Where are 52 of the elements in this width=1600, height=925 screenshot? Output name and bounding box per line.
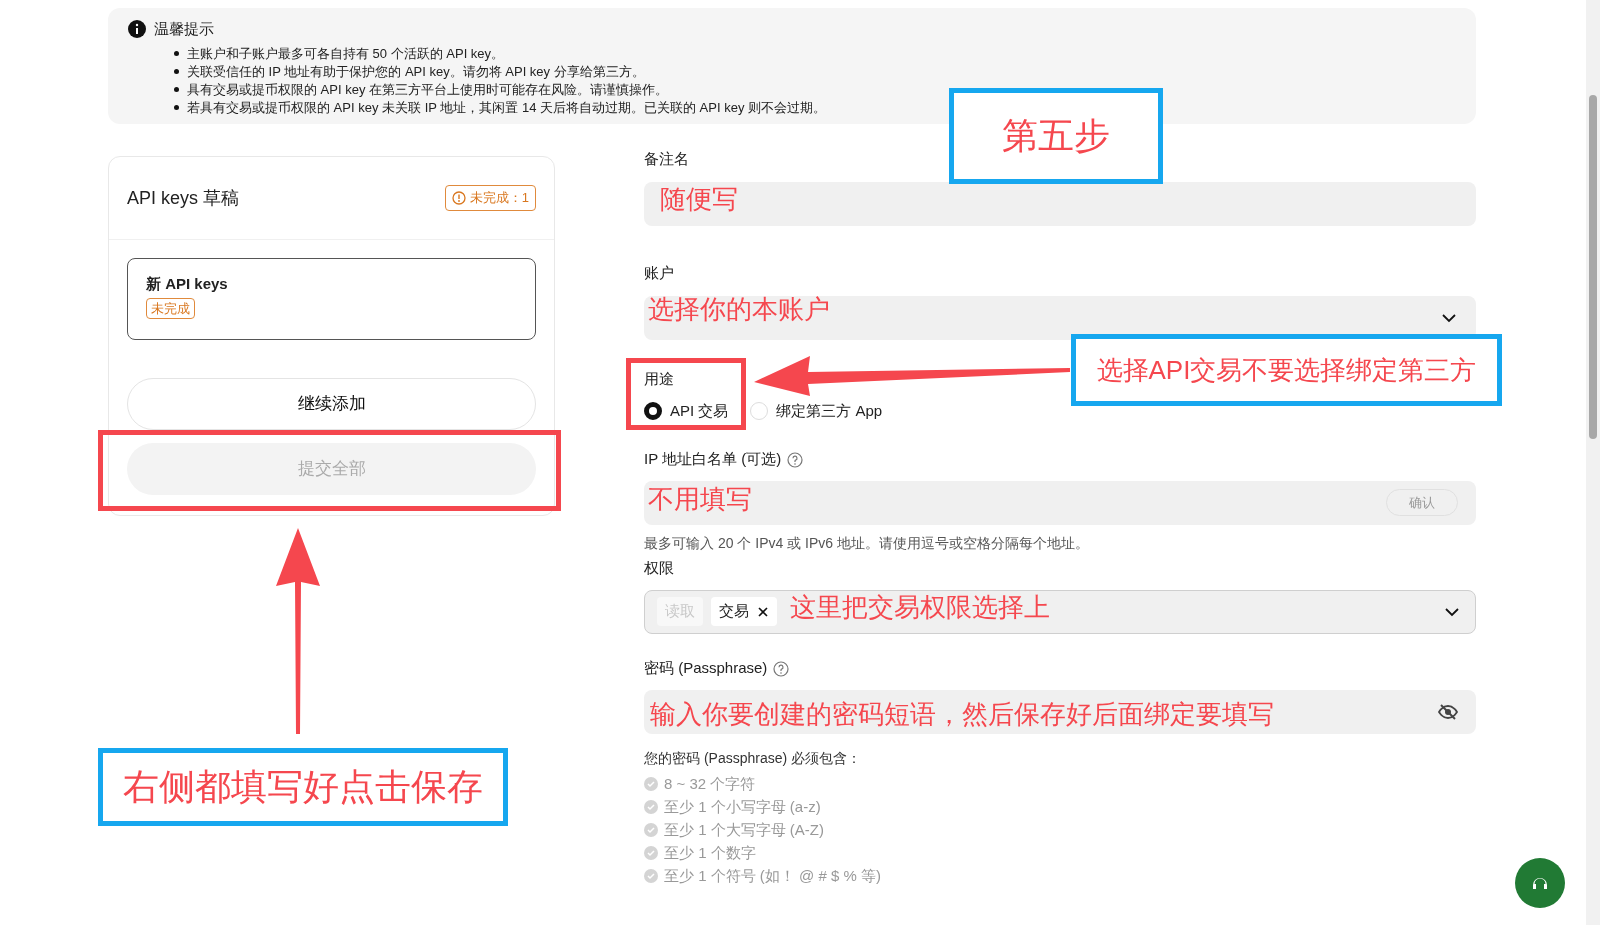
help-icon — [773, 660, 790, 677]
support-button[interactable] — [1515, 858, 1565, 908]
annotation-text: 选择你的本账户 — [648, 296, 830, 322]
eye-slash-icon[interactable] — [1438, 701, 1458, 722]
requirement-item: 至少 1 个小写字母 (a-z) — [664, 796, 821, 817]
annotation-text: 这里把交易权限选择上 — [790, 594, 1050, 620]
bullet-icon — [174, 105, 179, 110]
radio-option[interactable]: 绑定第三方 App — [750, 400, 883, 423]
notice-item: 关联受信任的 IP 地址有助于保护您的 API key。请勿将 API key 分享给第三方。 — [187, 62, 645, 81]
field-label: 账户 — [644, 262, 674, 283]
field-label: 备注名 — [644, 148, 689, 169]
status-tag: 未完成 — [146, 297, 195, 319]
requirements-title: 您的密码 (Passphrase) 必须包含： — [644, 748, 863, 768]
hint-text: 最多可输入 20 个 IPv4 或 IPv6 地址。请使用逗号或空格分隔每个地址。 — [644, 533, 1090, 553]
remark-field[interactable] — [644, 182, 1476, 226]
warning-icon — [451, 191, 466, 205]
info-icon — [128, 20, 146, 39]
requirement-item: 至少 1 个符号 (如！ @ # $ % 等) — [664, 865, 881, 886]
callout-box: 选择API交易不要选择绑定第三方 — [1071, 334, 1502, 406]
scrollbar-thumb[interactable] — [1589, 95, 1597, 439]
requirement-item: 至少 1 个大写字母 (A-Z) — [664, 819, 824, 840]
permission-tag[interactable]: 交易 — [711, 597, 777, 626]
notice-item: 主账户和子账户最多可各自持有 50 个活跃的 API key。 — [187, 44, 505, 63]
annotation-text: 不用填写 — [648, 486, 752, 512]
notice-item: 具有交易或提币权限的 API key 在第三方平台上使用时可能存在风险。请谨慎操作。 — [187, 80, 669, 99]
bullet-icon — [174, 69, 179, 74]
draft-name: 新 API keys — [146, 274, 229, 294]
scrollbar[interactable] — [1586, 0, 1600, 925]
draft-item[interactable]: 新 API keys 未完成 — [127, 258, 536, 340]
annotation-text: 输入你要创建的密码短语，然后保存好后面绑定要填写 — [650, 701, 1274, 727]
notice-title: 温馨提示 — [154, 19, 214, 39]
notice-item: 若具有交易或提币权限的 API key 未关联 IP 地址，其闲置 14 天后将自动过期。已关联的 API key 则不会过期。 — [187, 98, 826, 117]
annotation-text: 随便写 — [660, 186, 738, 212]
field-label: 权限 — [644, 558, 674, 579]
passphrase-field[interactable] — [644, 689, 1476, 734]
requirement-item: 至少 1 个数字 — [664, 842, 756, 863]
continue-button[interactable]: 继续添加 — [127, 378, 536, 430]
bullet-icon — [174, 87, 179, 92]
drafts-title: API keys 草稿 — [127, 186, 240, 210]
bullet-icon — [174, 51, 179, 56]
field-label: IP 地址白名单 (可选) — [644, 449, 782, 470]
field-label: 密码 (Passphrase) — [644, 658, 768, 679]
requirement-item: 8 ~ 32 个字符 — [664, 773, 756, 794]
close-icon[interactable] — [757, 605, 769, 618]
radio-button[interactable] — [644, 402, 662, 421]
account-select[interactable] — [644, 296, 1476, 340]
callout-box: 右侧都填写好点击保存 — [98, 748, 508, 826]
incomplete-badge: 未完成：1 — [444, 185, 536, 211]
field-label: 用途 — [644, 368, 674, 389]
radio-option[interactable]: API 交易 — [644, 400, 729, 423]
help-icon — [787, 451, 804, 468]
callout-box: 第五步 — [949, 88, 1163, 184]
